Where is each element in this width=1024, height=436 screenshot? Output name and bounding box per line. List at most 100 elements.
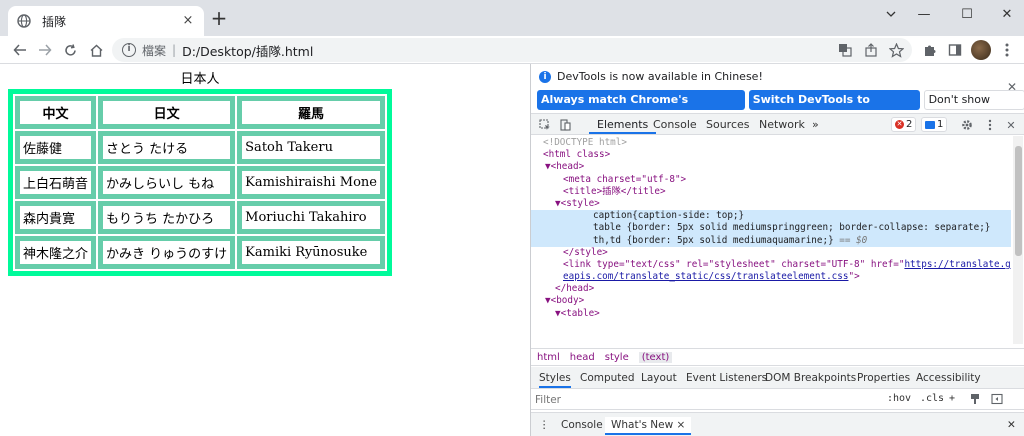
dom-line[interactable]: eapis.com/translate_static/css/translate…: [531, 271, 1011, 283]
devtools-drawer: ⋮ Console What's New × ✕: [531, 412, 1024, 436]
close-window-button[interactable]: ✕: [993, 4, 1021, 24]
devtools-close-icon[interactable]: ✕: [1003, 117, 1019, 133]
dom-line[interactable]: <html class>: [531, 149, 1011, 161]
cell-japanese: さとう たける: [98, 131, 236, 164]
hov-toggle[interactable]: :hov: [887, 393, 911, 404]
reload-button[interactable]: [60, 40, 80, 60]
translate-icon[interactable]: [835, 40, 855, 60]
dom-line[interactable]: <title>插隊</title>: [531, 186, 1011, 198]
dom-line[interactable]: ▼<head>: [531, 161, 1011, 173]
new-style-rule-icon[interactable]: +: [949, 393, 955, 404]
browser-toolbar: i 檔案 | D:/Desktop/插隊.html: [0, 36, 1024, 64]
message-count-badge[interactable]: 1: [921, 117, 948, 132]
tab-sources[interactable]: Sources: [706, 116, 750, 134]
address-bar[interactable]: i 檔案 | D:/Desktop/插隊.html: [112, 38, 912, 62]
dom-line[interactable]: </style>: [531, 247, 1011, 259]
tab-close-icon[interactable]: ×: [180, 13, 196, 29]
back-button[interactable]: [10, 40, 30, 60]
tab-elements[interactable]: Elements: [589, 116, 657, 134]
language-infobar: i DevTools is now available in Chinese! …: [531, 64, 1024, 126]
styles-filter-input[interactable]: [535, 392, 875, 408]
scrollbar-thumb[interactable]: [1015, 146, 1022, 256]
switch-language-button[interactable]: Switch DevTools to Chinese: [748, 90, 920, 126]
subtab-event-listeners[interactable]: Event Listeners: [686, 370, 767, 388]
forward-button[interactable]: [35, 40, 55, 60]
chevron-down-icon[interactable]: [877, 4, 905, 24]
devtools-menu-icon[interactable]: [982, 117, 998, 133]
match-language-button[interactable]: Always match Chrome's language: [537, 90, 745, 126]
cell-romaji: Moriuchi Takahiro: [237, 201, 385, 234]
table-caption: 日本人: [180, 72, 220, 87]
minimize-button[interactable]: —: [910, 4, 938, 24]
dom-line[interactable]: </head>: [531, 283, 1011, 295]
subtab-computed[interactable]: Computed: [580, 370, 635, 388]
subtab-accessibility[interactable]: Accessibility: [916, 370, 981, 388]
error-count-badge[interactable]: ✕ 2: [891, 117, 917, 132]
dom-link-href-cont[interactable]: eapis.com/translate_static/css/translate…: [563, 271, 848, 282]
dom-scrollbar[interactable]: [1013, 136, 1023, 344]
info-icon[interactable]: i: [122, 43, 136, 57]
subtab-layout[interactable]: Layout: [641, 370, 677, 388]
header-chinese: 中文: [15, 96, 97, 129]
breadcrumb-style[interactable]: style: [605, 352, 629, 363]
breadcrumb: html head style (text): [531, 348, 1024, 366]
dom-line[interactable]: <link type="text/css" rel="stylesheet" c…: [531, 259, 1011, 271]
tab-network[interactable]: Network: [759, 116, 805, 134]
globe-icon: [16, 13, 32, 29]
cell-japanese: かみき りゅうのすけ: [98, 236, 236, 269]
dom-head-tag: ▼<head>: [545, 161, 585, 173]
devtools-tabbar: Elements Console Sources Network » ✕ 2 1…: [531, 113, 1024, 135]
subtab-dom-breakpoints[interactable]: DOM Breakpoints: [765, 370, 856, 388]
tab-console[interactable]: Console: [653, 116, 697, 134]
dom-line-selected[interactable]: caption{caption-side: top;}: [531, 210, 1011, 223]
arrow-left-icon: [13, 44, 26, 56]
dom-style-tag: ▼<style>: [555, 197, 600, 209]
drawer-tab-close-icon[interactable]: ×: [677, 419, 686, 431]
share-icon[interactable]: [861, 40, 881, 60]
dom-line[interactable]: ▼<style>: [531, 198, 1011, 210]
dom-line[interactable]: ▼<table>: [531, 308, 1011, 320]
drawer-close-icon[interactable]: ✕: [1007, 417, 1016, 435]
drawer-tab-console[interactable]: Console: [561, 417, 603, 435]
elements-dom-tree[interactable]: <!DOCTYPE html> <html class> ▼<head> <me…: [531, 136, 1011, 344]
dom-style-text: th,td {border: 5px solid mediumaquamarin…: [593, 234, 834, 246]
cell-chinese: 神木隆之介: [15, 236, 97, 269]
breadcrumb-html[interactable]: html: [537, 352, 560, 363]
new-tab-button[interactable]: +: [210, 8, 228, 28]
subtab-styles[interactable]: Styles: [539, 370, 571, 388]
subtab-properties[interactable]: Properties: [857, 370, 910, 388]
dom-line-selected[interactable]: table {border: 5px solid mediumspringgre…: [531, 222, 1011, 235]
table-row: 佐藤健 さとう たける Satoh Takeru: [15, 131, 385, 164]
dont-show-again-button[interactable]: Don't show again: [923, 90, 1024, 124]
home-button[interactable]: [86, 40, 106, 60]
drawer-menu-icon[interactable]: ⋮: [539, 417, 550, 435]
header-romaji: 羅馬: [237, 96, 385, 129]
dom-line[interactable]: <meta charset="utf-8">: [531, 174, 1011, 186]
inspect-element-icon[interactable]: [537, 117, 553, 133]
extensions-puzzle-icon[interactable]: [920, 40, 940, 60]
settings-gear-icon[interactable]: [959, 117, 975, 133]
device-toolbar-icon[interactable]: [557, 117, 573, 133]
dom-line[interactable]: <!DOCTYPE html>: [531, 137, 1011, 149]
dom-line-selected[interactable]: th,td {border: 5px solid mediumaquamarin…: [531, 234, 1011, 247]
url-text[interactable]: D:/Desktop/插隊.html: [182, 41, 313, 60]
more-tabs-button[interactable]: »: [812, 116, 819, 134]
side-panel-icon[interactable]: [945, 40, 965, 60]
dom-line[interactable]: ▼<body>: [531, 295, 1011, 307]
bookmark-star-icon[interactable]: [886, 40, 906, 60]
dom-link-href[interactable]: https://translate.googl: [904, 259, 1011, 270]
dom-style-text: caption{caption-side: top;}: [593, 210, 745, 222]
profile-avatar[interactable]: [971, 40, 991, 60]
cls-toggle[interactable]: .cls: [920, 393, 944, 404]
breadcrumb-text[interactable]: (text): [638, 351, 673, 363]
toggle-sidebar-icon[interactable]: [991, 393, 1003, 408]
breadcrumb-head[interactable]: head: [570, 352, 595, 363]
dom-head-close-tag: </head>: [555, 283, 595, 295]
maximize-button[interactable]: ☐: [953, 4, 981, 24]
cell-romaji: Satoh Takeru: [237, 131, 385, 164]
drawer-tab-whats-new[interactable]: What's New ×: [605, 417, 692, 435]
menu-kebab-icon[interactable]: [997, 40, 1017, 60]
paint-format-icon[interactable]: [969, 393, 981, 408]
browser-tab[interactable]: 插隊 ×: [8, 6, 204, 36]
cell-japanese: かみしらいし もね: [98, 166, 236, 199]
